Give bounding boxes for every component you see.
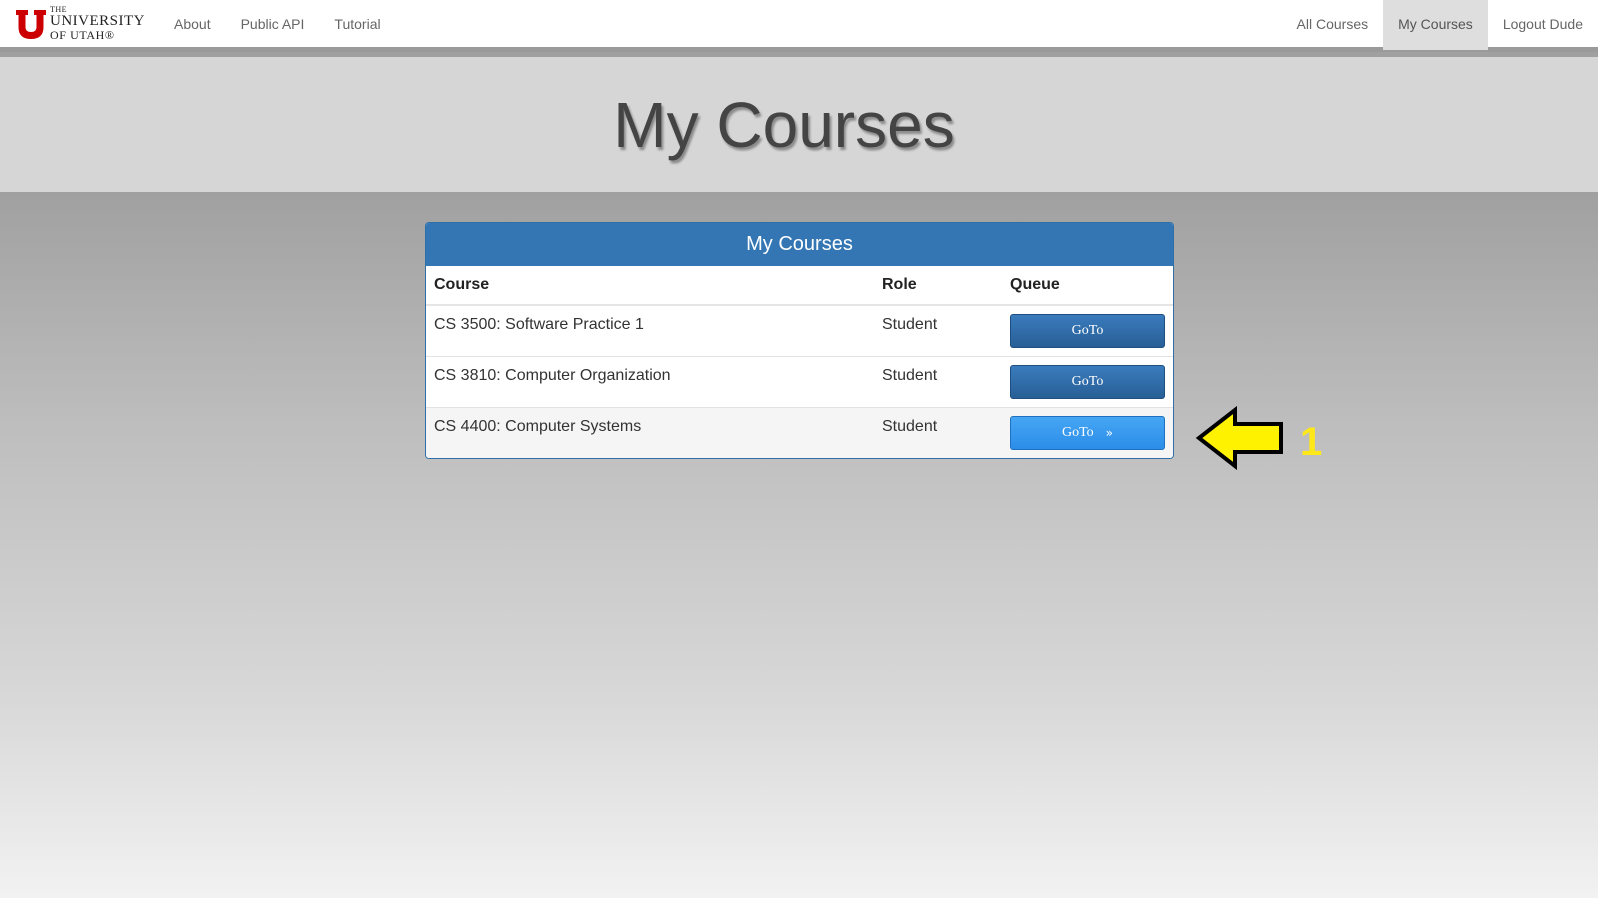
university-logo[interactable]: THE UNIVERSITY OF UTAH® [15,6,145,41]
queue-cell: GoTo [1002,304,1173,356]
double-chevron-right-icon: » [1105,425,1114,440]
table-row: CS 4400: Computer Systems Student GoTo » [426,406,1173,458]
goto-button-label: GoTo [1071,323,1104,338]
role-cell: Student [874,304,1002,356]
my-courses-panel: My Courses Course Role Queue CS 3500: So… [425,222,1174,459]
role-cell: Student [874,406,1002,458]
nav-link-my-courses[interactable]: My Courses [1383,0,1488,50]
courses-table: Course Role Queue CS 3500: Software Prac… [426,266,1173,458]
course-name-cell: CS 3500: Software Practice 1 [426,304,874,356]
logo-wordmark: THE UNIVERSITY OF UTAH® [50,6,145,42]
goto-button-hovered[interactable]: GoTo » [1010,415,1165,450]
page-title: My Courses [613,88,955,161]
nav-link-logout[interactable]: Logout Dude [1488,0,1598,50]
logo-line-3: OF UTAH® [50,28,115,42]
left-arrow-icon [1195,406,1283,470]
nav-right-group: All Courses My Courses Logout Dude [1282,0,1598,50]
nav-link-all-courses[interactable]: All Courses [1282,0,1384,50]
role-cell: Student [874,355,1002,407]
panel-heading: My Courses [426,223,1173,266]
goto-button-label: GoTo [1071,373,1104,389]
nav-link-about[interactable]: About [159,0,226,50]
nav-link-public-api[interactable]: Public API [226,0,320,50]
course-name-cell: CS 3810: Computer Organization [426,355,874,407]
course-name-cell: CS 4400: Computer Systems [426,406,874,458]
queue-cell: GoTo [1002,355,1173,407]
logo-line-2: UNIVERSITY [50,13,145,29]
goto-button[interactable]: GoTo [1010,364,1165,399]
page-header: My Courses [0,57,1598,192]
column-header-role: Role [874,266,1002,306]
table-row: CS 3500: Software Practice 1 Student GoT… [426,304,1173,356]
goto-button[interactable]: GoTo [1010,314,1165,348]
top-navbar: THE UNIVERSITY OF UTAH® About Public API… [0,0,1598,52]
nav-link-tutorial[interactable]: Tutorial [319,0,395,50]
column-header-course: Course [426,266,874,306]
annotation-number: 1 [1300,420,1323,464]
queue-cell: GoTo » [1002,406,1173,458]
table-row: CS 3810: Computer Organization Student G… [426,355,1173,407]
university-u-logo-icon [16,9,46,39]
goto-button-label: GoTo [1061,424,1094,440]
table-header-row: Course Role Queue [426,266,1173,306]
column-header-queue: Queue [1002,266,1173,306]
